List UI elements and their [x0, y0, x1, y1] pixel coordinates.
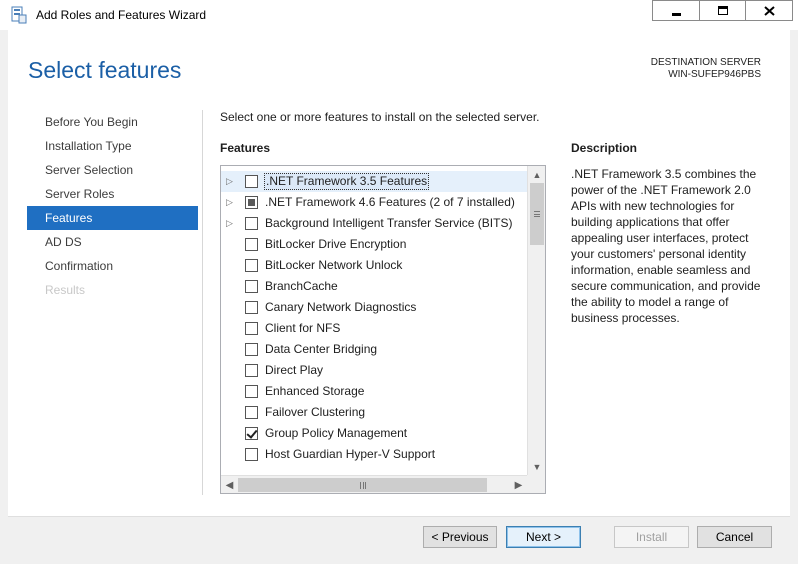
feature-row[interactable]: BitLocker Network Unlock: [221, 255, 527, 276]
vertical-scroll-thumb[interactable]: [530, 183, 544, 245]
nav-item-installation-type[interactable]: Installation Type: [27, 134, 198, 158]
title-bar: Add Roles and Features Wizard: [0, 0, 798, 30]
scroll-up-icon[interactable]: ▲: [528, 166, 545, 183]
feature-label[interactable]: Failover Clustering: [264, 405, 366, 420]
grip-icon: [359, 481, 366, 489]
feature-checkbox[interactable]: [245, 238, 258, 251]
feature-label[interactable]: Group Policy Management: [264, 426, 408, 441]
server-manager-icon: [11, 6, 27, 24]
feature-checkbox[interactable]: [245, 301, 258, 314]
maximize-button[interactable]: [699, 0, 746, 21]
close-icon: [763, 5, 775, 16]
feature-checkbox[interactable]: [245, 322, 258, 335]
cancel-button[interactable]: Cancel: [697, 526, 772, 548]
feature-label[interactable]: Enhanced Storage: [264, 384, 365, 399]
window-title: Add Roles and Features Wizard: [36, 8, 207, 22]
feature-checkbox[interactable]: [245, 427, 258, 440]
feature-row[interactable]: Enhanced Storage: [221, 381, 527, 402]
nav-item-confirmation[interactable]: Confirmation: [27, 254, 198, 278]
feature-checkbox[interactable]: [245, 175, 258, 188]
feature-checkbox[interactable]: [245, 364, 258, 377]
expand-arrow-icon[interactable]: ▷: [226, 176, 234, 186]
vertical-scrollbar[interactable]: ▲ ▼: [527, 166, 545, 475]
feature-label[interactable]: Host Guardian Hyper-V Support: [264, 447, 436, 462]
feature-label[interactable]: BranchCache: [264, 279, 339, 294]
scroll-right-icon[interactable]: ▶: [510, 476, 527, 493]
nav-divider: [202, 110, 203, 495]
feature-row[interactable]: Direct Play: [221, 360, 527, 381]
expand-arrow-icon[interactable]: ▷: [226, 218, 234, 228]
feature-row[interactable]: BranchCache: [221, 276, 527, 297]
nav-item-results: Results: [45, 283, 86, 297]
previous-button[interactable]: < Previous: [423, 526, 497, 548]
feature-checkbox[interactable]: [245, 196, 258, 209]
instruction-text: Select one or more features to install o…: [220, 110, 540, 124]
feature-checkbox[interactable]: [245, 343, 258, 356]
description-heading: Description: [571, 141, 638, 155]
grip-icon: [534, 211, 540, 217]
horizontal-scrollbar[interactable]: ◀ ▶: [221, 475, 527, 493]
description-text: .NET Framework 3.5 combines the power of…: [571, 167, 761, 325]
window-border-left: [0, 30, 8, 564]
feature-row[interactable]: ▷ .NET Framework 3.5 Features: [221, 171, 527, 192]
nav-item-server-roles[interactable]: Server Roles: [27, 182, 198, 206]
feature-label[interactable]: Background Intelligent Transfer Service …: [264, 216, 513, 231]
maximize-icon: [718, 6, 728, 15]
scroll-down-icon[interactable]: ▼: [528, 458, 545, 475]
minimize-button[interactable]: [652, 0, 700, 21]
wizard-navigation: Before You Begin Installation Type Server …: [27, 110, 198, 302]
page-title: Select features: [28, 57, 182, 83]
feature-label[interactable]: BitLocker Drive Encryption: [264, 237, 407, 252]
feature-row[interactable]: Host Guardian Hyper-V Support: [221, 444, 527, 465]
close-button[interactable]: [745, 0, 793, 21]
nav-item-features[interactable]: Features: [27, 206, 198, 230]
feature-label[interactable]: .NET Framework 4.6 Features (2 of 7 inst…: [264, 195, 516, 210]
scrollbar-corner: [527, 475, 545, 493]
feature-checkbox[interactable]: [245, 406, 258, 419]
expand-arrow-icon[interactable]: ▷: [226, 197, 234, 207]
window-border-right: [790, 30, 798, 564]
feature-checkbox[interactable]: [245, 280, 258, 293]
next-button[interactable]: Next >: [506, 526, 581, 548]
destination-server: DESTINATION SERVER WIN-SUFEP946PBS: [651, 57, 761, 81]
feature-row[interactable]: Client for NFS: [221, 318, 527, 339]
scroll-left-icon[interactable]: ◀: [221, 476, 238, 493]
feature-label[interactable]: BitLocker Network Unlock: [264, 258, 403, 273]
feature-label[interactable]: Client for NFS: [264, 321, 341, 336]
feature-row[interactable]: ▷ Background Intelligent Transfer Service…: [221, 213, 527, 234]
feature-checkbox[interactable]: [245, 259, 258, 272]
feature-checkbox[interactable]: [245, 385, 258, 398]
feature-label[interactable]: .NET Framework 3.5 Features: [264, 173, 430, 190]
feature-row[interactable]: Data Center Bridging: [221, 339, 527, 360]
install-button[interactable]: Install: [614, 526, 689, 548]
nav-item-before-you-begin[interactable]: Before You Begin: [27, 110, 198, 134]
features-tree[interactable]: ▷ .NET Framework 3.5 Features ▷ .NET Framew…: [220, 165, 546, 494]
feature-checkbox[interactable]: [245, 217, 258, 230]
features-heading: Features: [220, 141, 271, 155]
destination-label: DESTINATION SERVER: [650, 57, 761, 68]
feature-row[interactable]: BitLocker Drive Encryption: [221, 234, 527, 255]
feature-row[interactable]: Failover Clustering: [221, 402, 527, 423]
feature-row[interactable]: ▷ .NET Framework 4.6 Features (2 of 7 ins…: [221, 192, 527, 213]
minimize-icon: [672, 12, 681, 16]
nav-item-ad-ds[interactable]: AD DS: [27, 230, 198, 254]
feature-label[interactable]: Direct Play: [264, 363, 324, 378]
feature-label[interactable]: Canary Network Diagnostics: [264, 300, 417, 315]
feature-row[interactable]: Canary Network Diagnostics: [221, 297, 527, 318]
feature-label[interactable]: Data Center Bridging: [264, 342, 378, 357]
destination-value: WIN-SUFEP946PBS: [668, 69, 761, 80]
feature-row[interactable]: Group Policy Management: [221, 423, 527, 444]
nav-item-server-selection[interactable]: Server Selection: [27, 158, 198, 182]
features-list: ▷ .NET Framework 3.5 Features ▷ .NET Framew…: [221, 171, 527, 465]
horizontal-scroll-thumb[interactable]: [238, 478, 487, 492]
feature-checkbox[interactable]: [245, 448, 258, 461]
